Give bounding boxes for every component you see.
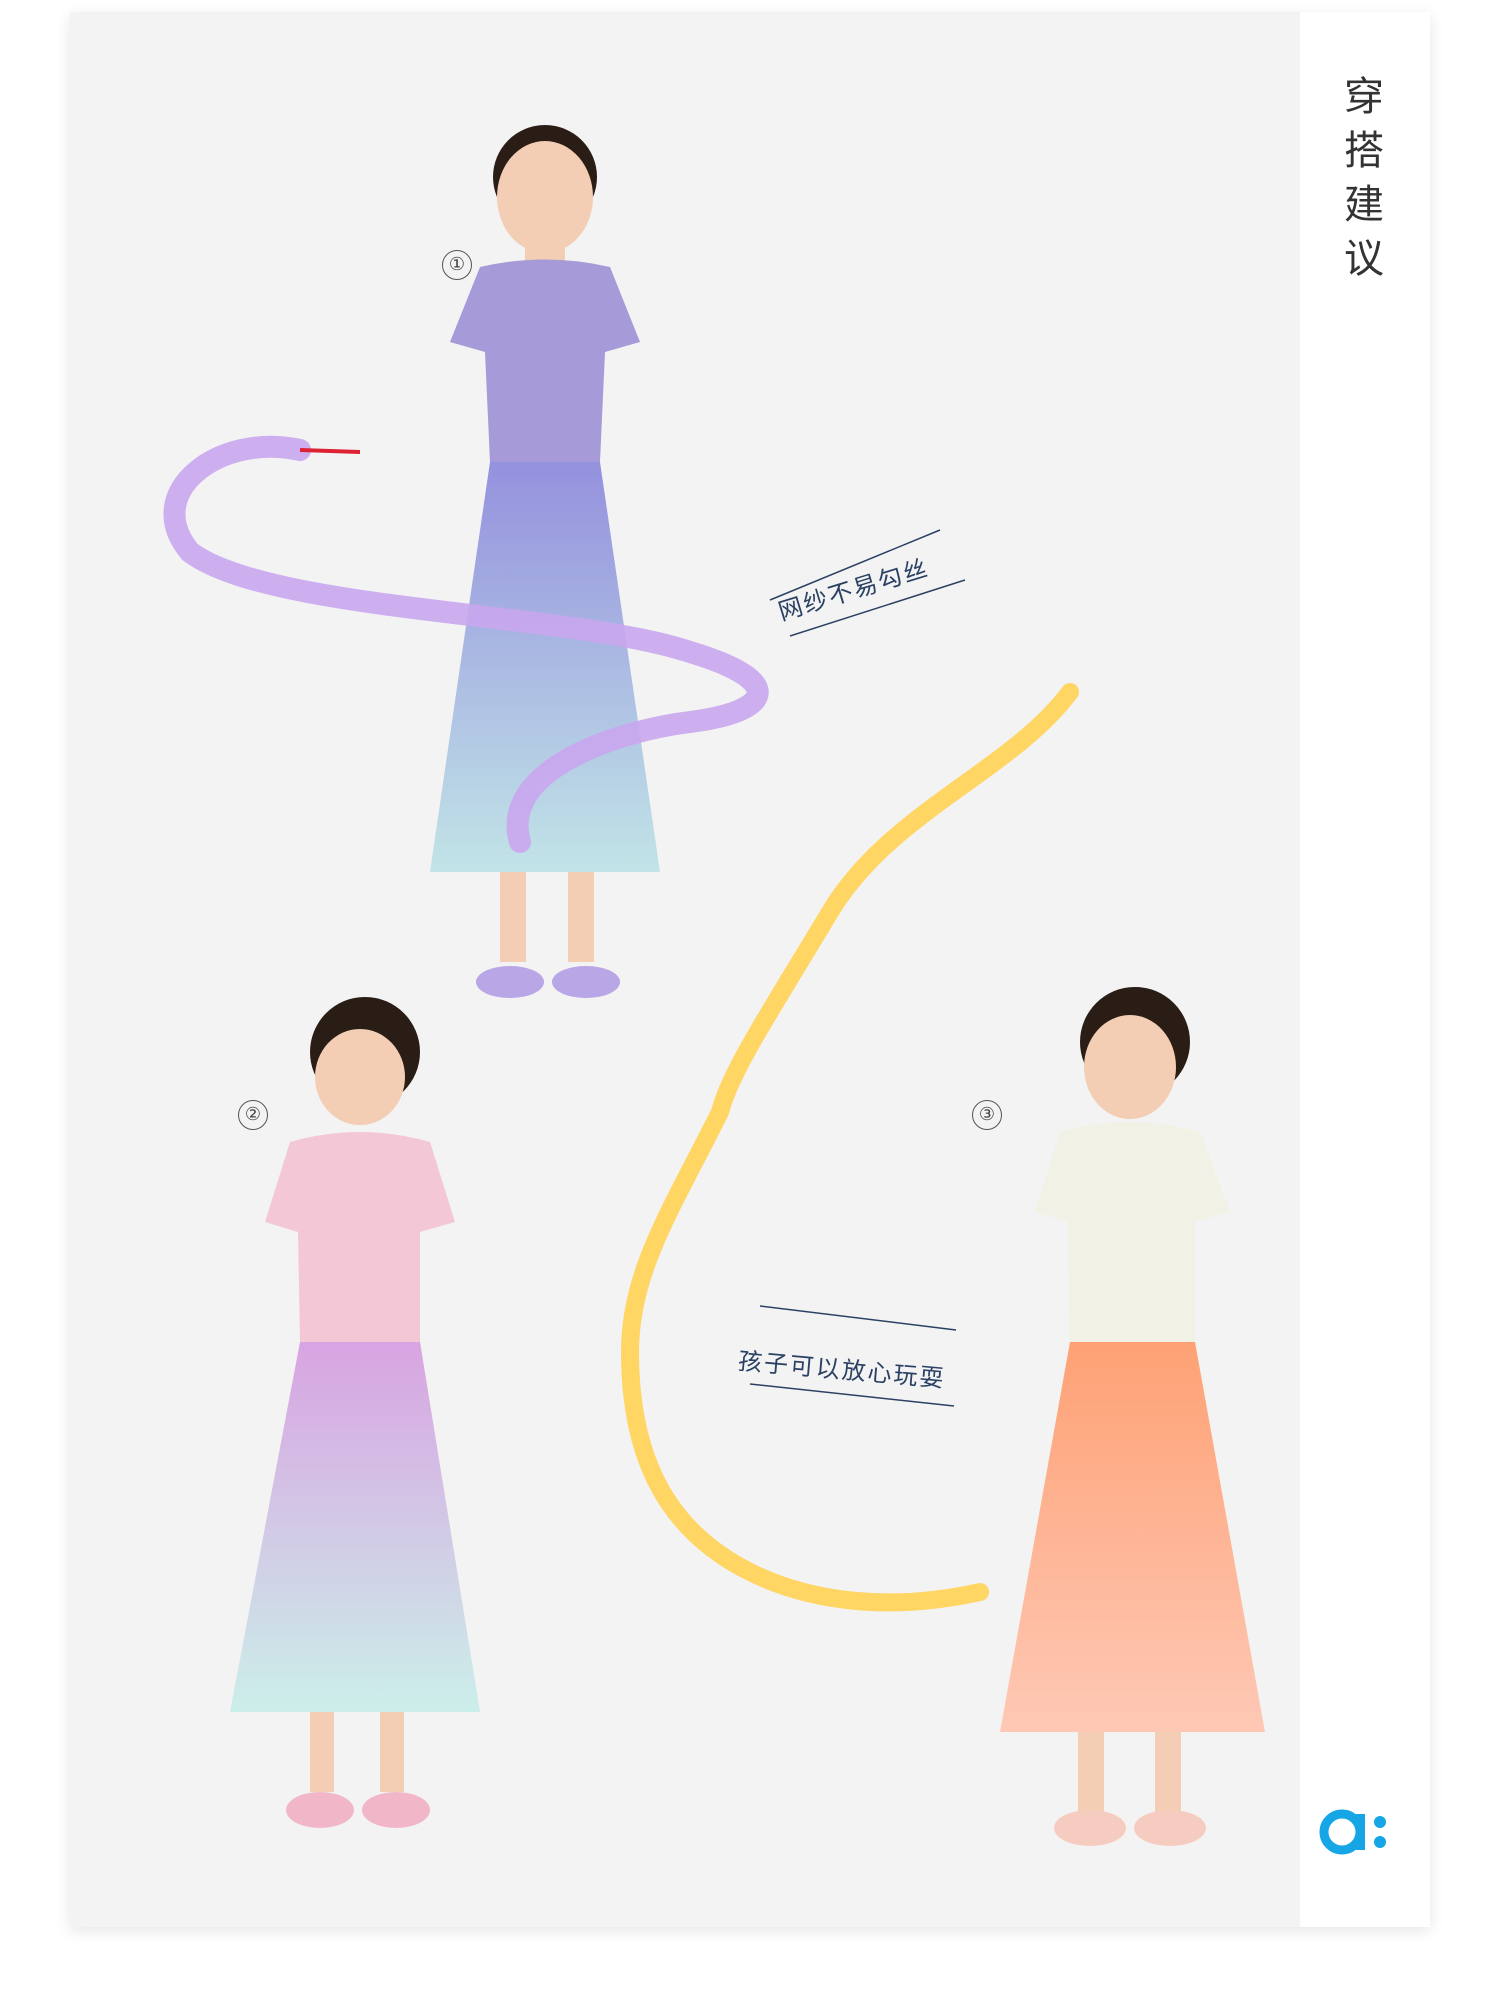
brand-logo (1319, 1809, 1386, 1855)
callout-lines-2 (749, 1305, 957, 1407)
sidebar-title: 穿 搭 建 议 (1344, 74, 1384, 282)
sidebar: 穿 搭 建 议 (1300, 12, 1430, 1927)
outfit-card: ① 网纱不易勾丝 ② ③ 孩子可以放心玩耍 穿 搭 建 议 (70, 12, 1430, 1927)
